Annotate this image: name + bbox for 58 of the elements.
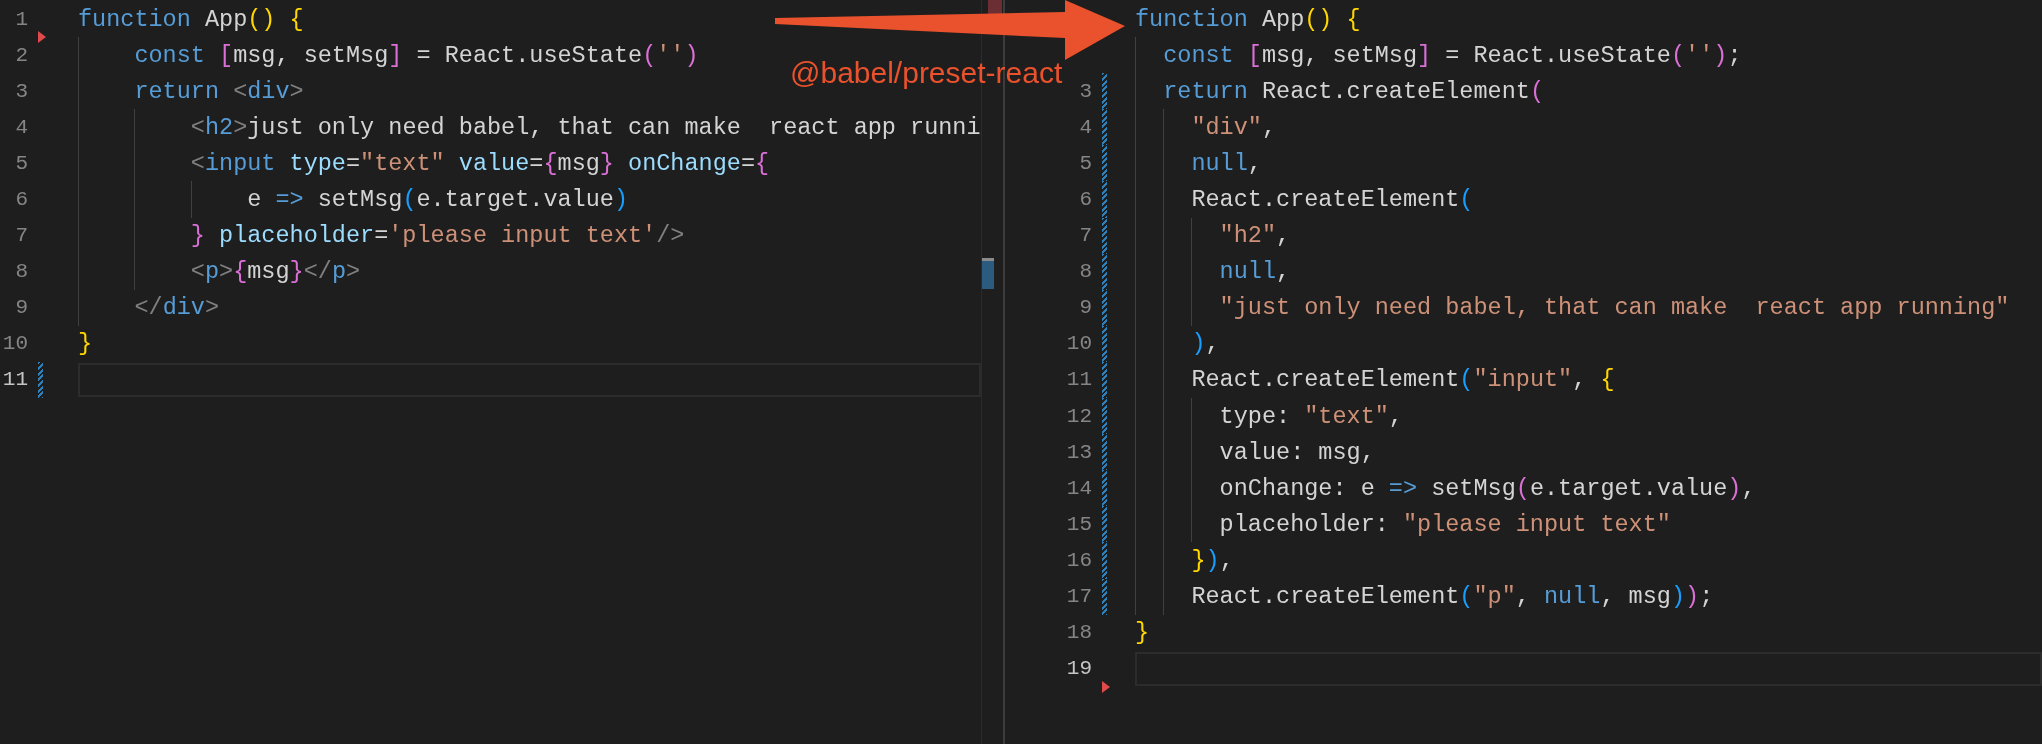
line-number: 14 [1066, 476, 1092, 500]
code-line: const [msg, setMsg] = React.useState(''); [1162, 41, 1742, 69]
code-line: }), [1190, 546, 1234, 574]
code-line: return <div> [133, 77, 304, 105]
code-line: onChange: e => setMsg(e.target.value), [1218, 474, 1756, 502]
line-number: 13 [1066, 440, 1092, 464]
line-number: 9 [15, 296, 28, 320]
line-number: 9 [1079, 296, 1092, 320]
line-number: 16 [1066, 548, 1092, 572]
line-number: 4 [15, 115, 28, 139]
annotation-label: @babel/preset-react [790, 56, 1063, 90]
line-number: 19 [1066, 657, 1092, 681]
code-line: <input type="text" value={msg} onChange={ [189, 149, 770, 177]
code-line: placeholder: "please input text" [1218, 510, 1671, 538]
line-number: 3 [1079, 79, 1092, 103]
line-number: 11 [2, 368, 28, 392]
line-number: 8 [1079, 260, 1092, 284]
line-number: 18 [1066, 621, 1092, 645]
code-line: } [78, 330, 93, 358]
code-line: type: "text", [1218, 402, 1403, 430]
code-line: <h2>just only need babel, that can make react app runni [189, 113, 981, 141]
code-line: </div> [133, 294, 220, 322]
code-line: "div", [1190, 113, 1277, 141]
line-number: 7 [1079, 224, 1092, 248]
code-line: } placeholder='please input text'/> [189, 222, 685, 250]
code-line: <p>{msg}</p> [189, 258, 361, 286]
line-number: 3 [15, 79, 28, 103]
line-number: 15 [1066, 512, 1092, 536]
code-line: null, [1218, 258, 1291, 286]
code-line: React.createElement("p", null, msg)); [1190, 583, 1714, 611]
line-number: 10 [2, 332, 28, 356]
line-number: 6 [15, 188, 28, 211]
line-number: 11 [1066, 368, 1092, 392]
line-number: 8 [15, 260, 28, 284]
code-line: value: msg, [1218, 438, 1375, 466]
code-line: null, [1190, 149, 1262, 177]
code-line: } [1135, 619, 1150, 647]
line-number: 6 [1079, 188, 1092, 211]
code-line: const [msg, setMsg] = React.useState('') [133, 41, 699, 69]
code-line: ), [1190, 330, 1220, 358]
code-line: "h2", [1218, 222, 1291, 250]
code-line: function App() { [1135, 5, 1361, 33]
line-number: 10 [1066, 332, 1092, 356]
code-line: "just only need babel, that can make react app running" [1218, 294, 2010, 322]
line-number: 17 [1066, 585, 1092, 609]
code-line: function App() { [78, 5, 304, 33]
line-number: 5 [15, 151, 28, 175]
code-line: e => setMsg(e.target.value) [246, 186, 629, 213]
line-number: 2 [15, 43, 28, 67]
line-number: 5 [1079, 151, 1092, 175]
code-line: React.createElement("input", { [1190, 366, 1615, 394]
line-number: 12 [1066, 404, 1092, 428]
code-line: React.createElement( [1190, 186, 1474, 213]
code-line: return React.createElement( [1162, 77, 1544, 105]
line-number: 1 [15, 7, 28, 31]
scroll-thumb[interactable] [981, 258, 994, 289]
line-number: 7 [15, 224, 28, 248]
line-number: 4 [1079, 115, 1092, 139]
